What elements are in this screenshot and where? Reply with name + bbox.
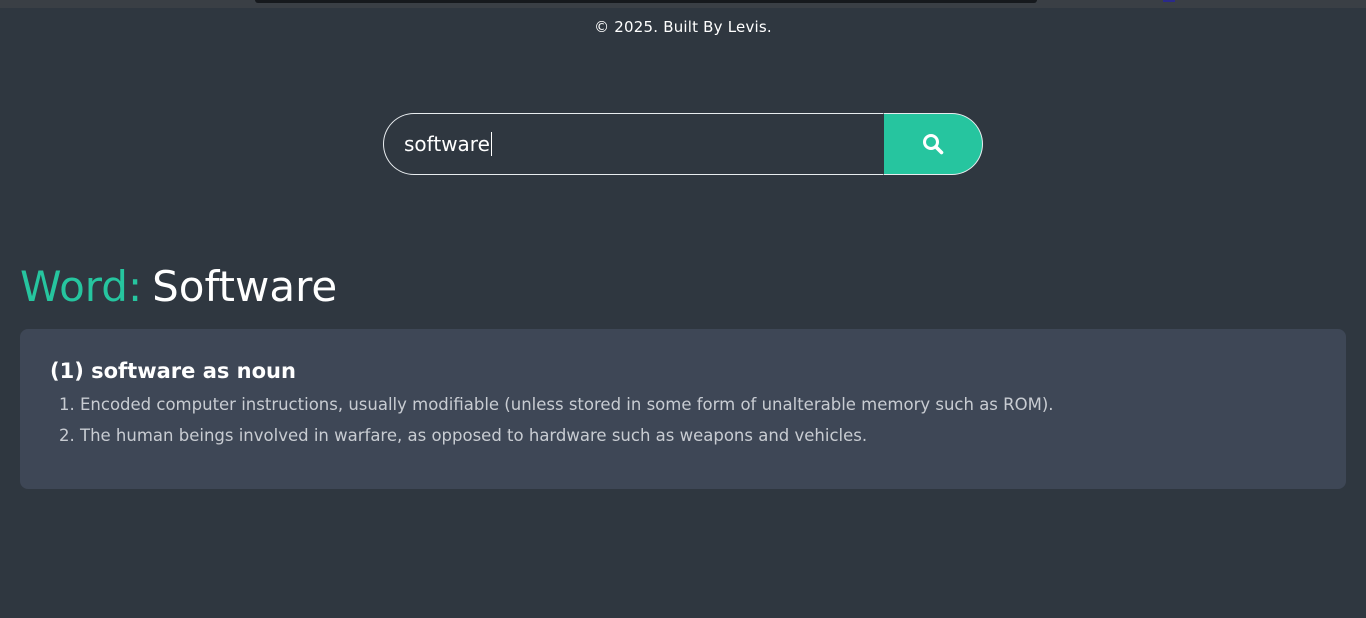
search-icon	[923, 134, 944, 155]
word-value: Software	[152, 262, 338, 311]
word-heading: Word: Software	[20, 262, 337, 311]
definition-list: Encoded computer instructions, usually m…	[50, 389, 1316, 451]
text-caret	[490, 132, 492, 156]
part-of-speech-title: (1) software as noun	[50, 359, 296, 383]
search-button[interactable]	[883, 113, 983, 175]
search-input-value: software	[404, 132, 490, 156]
top-marker	[1163, 0, 1175, 2]
word-label: Word:	[20, 262, 143, 311]
search-input[interactable]: software	[383, 113, 883, 175]
definition-item: Encoded computer instructions, usually m…	[80, 389, 1316, 420]
footer-credit: © 2025. Built By Levis.	[594, 18, 772, 36]
search-form: software	[383, 113, 983, 175]
definition-card: (1) software as noun Encoded computer in…	[20, 329, 1346, 489]
browser-top-strip	[0, 0, 1366, 8]
definition-item: The human beings involved in warfare, as…	[80, 420, 1316, 451]
horizontal-scrollbar[interactable]	[255, 0, 1037, 3]
